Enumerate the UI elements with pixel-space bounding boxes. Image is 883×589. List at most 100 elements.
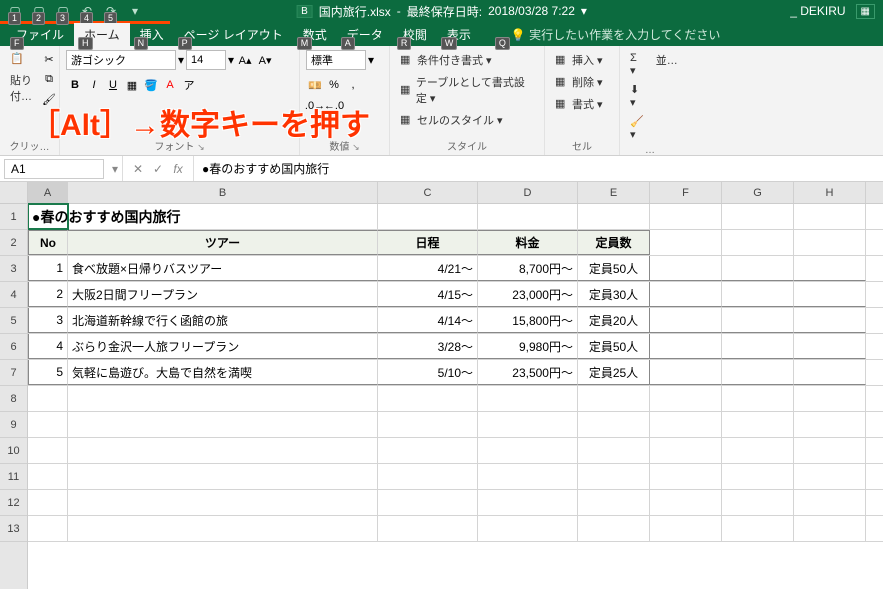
cell[interactable] bbox=[68, 516, 378, 541]
cell[interactable] bbox=[722, 412, 794, 437]
paste-button[interactable]: 📋 bbox=[6, 50, 36, 68]
bold-button[interactable]: B bbox=[66, 76, 84, 94]
cell[interactable] bbox=[650, 308, 722, 333]
cell[interactable] bbox=[68, 490, 378, 515]
cell[interactable]: 3/28～ bbox=[378, 334, 478, 359]
comma-icon[interactable]: , bbox=[344, 76, 362, 94]
row-header[interactable]: 2 bbox=[0, 230, 27, 256]
cell[interactable]: 1 bbox=[28, 256, 68, 281]
col-header[interactable]: D bbox=[478, 182, 578, 203]
cell[interactable]: ツアー bbox=[68, 230, 378, 255]
formula-input[interactable]: ●春のおすすめ国内旅行 bbox=[194, 158, 883, 179]
cell[interactable] bbox=[650, 386, 722, 411]
font-launcher-icon[interactable]: ↘ bbox=[197, 142, 205, 152]
col-header[interactable]: H bbox=[794, 182, 866, 203]
select-all-corner[interactable] bbox=[0, 182, 27, 204]
cell[interactable]: 9,980円～ bbox=[478, 334, 578, 359]
cell[interactable]: 3 bbox=[28, 308, 68, 333]
currency-icon[interactable]: 💴 bbox=[306, 76, 324, 94]
cell[interactable] bbox=[68, 464, 378, 489]
cell[interactable] bbox=[650, 490, 722, 515]
edit-item[interactable]: 🧹 ▾ bbox=[626, 113, 648, 143]
cell[interactable] bbox=[28, 438, 68, 463]
edit-item[interactable]: Σ ▾ bbox=[626, 50, 648, 79]
col-header[interactable]: E bbox=[578, 182, 650, 203]
cell[interactable]: 料金 bbox=[478, 230, 578, 255]
cell[interactable] bbox=[478, 438, 578, 463]
cell[interactable] bbox=[650, 282, 722, 307]
cell[interactable] bbox=[650, 334, 722, 359]
qat-button[interactable]: ↷5 bbox=[100, 2, 122, 20]
row-header[interactable]: 8 bbox=[0, 386, 27, 412]
cell[interactable] bbox=[722, 282, 794, 307]
cell[interactable] bbox=[578, 204, 650, 229]
cell[interactable]: 定員25人 bbox=[578, 360, 650, 385]
sort-filter-button[interactable]: 並… bbox=[652, 50, 682, 70]
row-header[interactable]: 12 bbox=[0, 490, 27, 516]
cell[interactable]: 定員30人 bbox=[578, 282, 650, 307]
font-color-button[interactable]: A bbox=[161, 76, 179, 94]
cells-item[interactable]: ▦挿入 ▾ bbox=[551, 50, 607, 70]
fx-icon[interactable]: fx bbox=[169, 162, 187, 176]
percent-icon[interactable]: % bbox=[325, 76, 343, 94]
col-header[interactable]: F bbox=[650, 182, 722, 203]
cell[interactable] bbox=[794, 516, 866, 541]
cell[interactable] bbox=[28, 412, 68, 437]
qat-button[interactable]: ↶4 bbox=[76, 2, 98, 20]
cell[interactable] bbox=[722, 438, 794, 463]
cell[interactable] bbox=[650, 360, 722, 385]
cell[interactable] bbox=[722, 308, 794, 333]
cell[interactable]: 15,800円～ bbox=[478, 308, 578, 333]
phonetic-button[interactable]: ア bbox=[180, 76, 198, 94]
tell-me[interactable]: 💡 実行したい作業を入力してくださいQ bbox=[481, 23, 731, 46]
cell[interactable]: No bbox=[28, 230, 68, 255]
font-size-select[interactable] bbox=[186, 50, 226, 70]
ribbon-options-icon[interactable]: ▦ bbox=[856, 4, 875, 19]
cell[interactable] bbox=[794, 204, 866, 229]
cell[interactable]: 4/15～ bbox=[378, 282, 478, 307]
copy-icon[interactable]: ⧉ bbox=[40, 70, 58, 88]
cell[interactable] bbox=[650, 230, 722, 255]
tab-r[interactable]: 校閲R bbox=[393, 23, 437, 46]
cell[interactable] bbox=[68, 412, 378, 437]
cell[interactable]: 日程 bbox=[378, 230, 478, 255]
cell[interactable]: 食べ放題×日帰りバスツアー bbox=[68, 256, 378, 281]
cell[interactable] bbox=[378, 386, 478, 411]
col-header[interactable]: G bbox=[722, 182, 794, 203]
cell[interactable] bbox=[578, 438, 650, 463]
style-item[interactable]: ▦セルのスタイル ▾ bbox=[396, 110, 538, 130]
cell[interactable] bbox=[478, 516, 578, 541]
cell[interactable] bbox=[650, 516, 722, 541]
cell-a1[interactable]: ●春のおすすめ国内旅行 bbox=[28, 204, 68, 229]
underline-button[interactable]: U bbox=[104, 76, 122, 94]
cell[interactable] bbox=[794, 308, 866, 333]
cell[interactable]: 23,500円～ bbox=[478, 360, 578, 385]
cell[interactable] bbox=[650, 204, 722, 229]
cell[interactable] bbox=[794, 256, 866, 281]
cell[interactable] bbox=[794, 282, 866, 307]
cell[interactable] bbox=[722, 490, 794, 515]
cell[interactable] bbox=[794, 230, 866, 255]
tab-p[interactable]: ページ レイアウトP bbox=[174, 23, 293, 46]
cell[interactable] bbox=[478, 412, 578, 437]
border-button[interactable]: ▦ bbox=[123, 76, 141, 94]
cell[interactable]: 気軽に島遊び。大島で自然を満喫 bbox=[68, 360, 378, 385]
tab-f[interactable]: ファイルF bbox=[6, 23, 74, 46]
cell[interactable]: 5/10～ bbox=[378, 360, 478, 385]
cell[interactable] bbox=[722, 230, 794, 255]
cell[interactable]: ぶらり金沢一人旅フリープラン bbox=[68, 334, 378, 359]
tab-h[interactable]: ホームH bbox=[74, 23, 130, 46]
row-header[interactable]: 9 bbox=[0, 412, 27, 438]
cell[interactable] bbox=[378, 464, 478, 489]
cell[interactable]: 定員数 bbox=[578, 230, 650, 255]
cell[interactable] bbox=[28, 464, 68, 489]
cell[interactable] bbox=[794, 490, 866, 515]
cell[interactable]: 23,000円～ bbox=[478, 282, 578, 307]
tab-w[interactable]: 表示W bbox=[437, 23, 481, 46]
format-painter-icon[interactable]: 🖌 bbox=[40, 90, 58, 108]
cell[interactable] bbox=[68, 386, 378, 411]
cell[interactable]: 5 bbox=[28, 360, 68, 385]
name-box[interactable]: A1 bbox=[4, 159, 104, 179]
qat-button[interactable]: ▢1 bbox=[4, 2, 26, 20]
col-header[interactable]: C bbox=[378, 182, 478, 203]
